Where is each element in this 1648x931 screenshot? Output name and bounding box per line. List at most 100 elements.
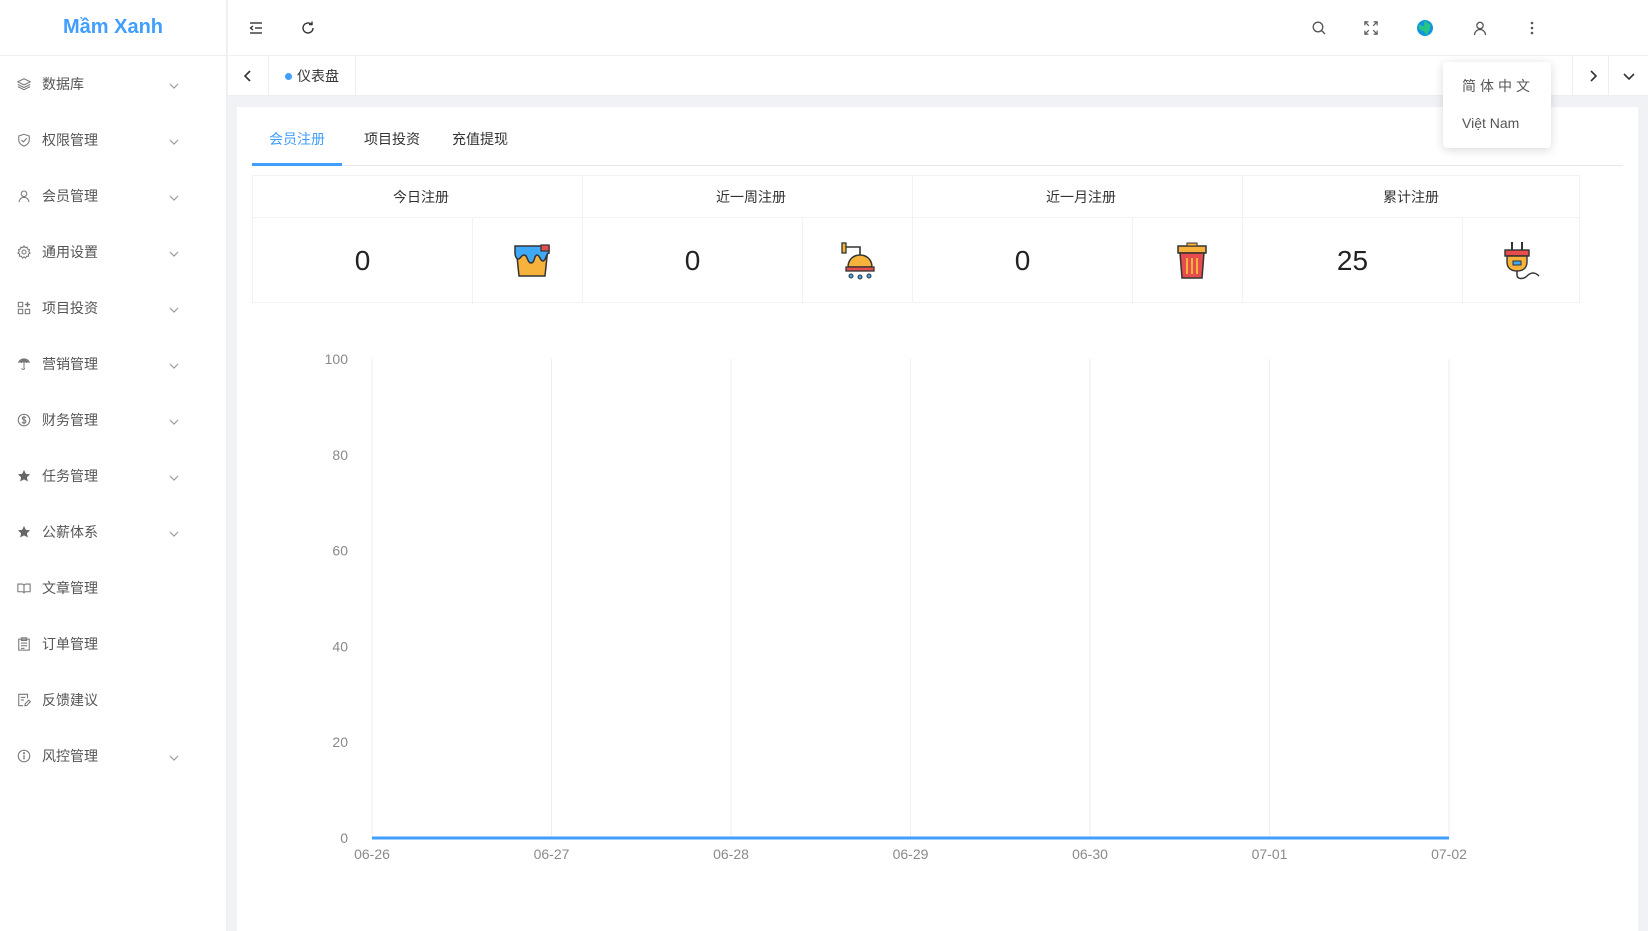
x-tick-label: 06-29	[893, 846, 929, 862]
sidebar-item-label: 风控管理	[42, 748, 98, 764]
sidebar-item-12[interactable]: 风控管理	[0, 728, 226, 784]
logo-text: Mầm Xanh	[62, 16, 164, 38]
tabs-scroll-right-button[interactable]	[1572, 56, 1612, 96]
x-tick-label: 06-26	[354, 846, 390, 862]
y-tick-label: 0	[340, 830, 348, 846]
stat-title: 近一月注册	[913, 176, 1249, 218]
paint-bucket-icon	[473, 218, 591, 304]
sidebar: Mầm Xanh 数据库权限管理会员管理通用设置项目投资营销管理财务管理任务管理…	[0, 0, 227, 931]
umbrella-icon	[16, 356, 32, 372]
sidebar-item-label: 项目投资	[42, 300, 98, 316]
shower-icon	[803, 218, 921, 304]
chevron-down-icon	[169, 412, 179, 428]
stat-title: 近一周注册	[583, 176, 919, 218]
sidebar-item-label: 权限管理	[42, 132, 98, 148]
sidebar-item-label: 营销管理	[42, 356, 98, 372]
tab-member-registration[interactable]: 会员注册	[252, 119, 342, 166]
language-option-vi[interactable]: Việt Nam	[1443, 108, 1551, 145]
stat-card-total: 累计注册 25	[1242, 175, 1581, 304]
sidebar-item-9[interactable]: 文章管理	[0, 560, 226, 616]
stat-value: 0	[583, 218, 803, 304]
edit-document-icon	[16, 692, 32, 708]
registration-line-chart: 0 20 40 60 80 100 06-26 06-27 06-28 06-29 06-30 07-…	[325, 351, 1467, 862]
user-icon[interactable]	[1464, 12, 1496, 44]
sidebar-item-label: 财务管理	[42, 412, 98, 428]
sidebar-item-label: 订单管理	[42, 636, 98, 652]
active-dot	[285, 73, 292, 80]
x-tick-label: 06-30	[1072, 846, 1108, 862]
chevron-down-icon	[1622, 73, 1635, 81]
tabs-scroll-left-button[interactable]	[228, 56, 268, 96]
sidebar-item-label: 通用设置	[42, 244, 98, 260]
language-dropdown: 简体中文 Việt Nam	[1443, 62, 1551, 148]
chevron-down-icon	[169, 356, 179, 372]
sidebar-item-5[interactable]: 营销管理	[0, 336, 226, 392]
refresh-icon[interactable]	[292, 12, 324, 44]
clipboard-icon	[16, 636, 32, 652]
sidebar-item-label: 任务管理	[42, 468, 98, 484]
star-icon	[16, 468, 32, 484]
y-tick-label: 40	[332, 638, 348, 654]
x-tick-label: 07-02	[1431, 846, 1467, 862]
sidebar-item-1[interactable]: 权限管理	[0, 112, 226, 168]
stat-value: 0	[913, 218, 1133, 304]
sidebar-item-10[interactable]: 订单管理	[0, 616, 226, 672]
language-option-zh[interactable]: 简体中文	[1443, 71, 1551, 108]
sidebar-menu: 数据库权限管理会员管理通用设置项目投资营销管理财务管理任务管理公薪体系文章管理订…	[0, 56, 226, 784]
tabs-menu-button[interactable]	[1608, 56, 1648, 96]
chevron-down-icon	[169, 300, 179, 316]
search-icon[interactable]	[1303, 12, 1335, 44]
menu-fold-icon[interactable]	[240, 12, 272, 44]
chevron-down-icon	[169, 468, 179, 484]
y-tick-label: 20	[332, 734, 348, 750]
logo[interactable]: Mầm Xanh	[0, 0, 226, 56]
more-vertical-icon[interactable]	[1516, 12, 1548, 44]
open-book-icon	[16, 580, 32, 596]
dollar-circle-icon	[16, 412, 32, 428]
stat-title: 今日注册	[253, 176, 589, 218]
y-tick-label: 80	[332, 447, 348, 463]
stat-value: 25	[1243, 218, 1463, 304]
stat-value: 0	[253, 218, 473, 304]
sidebar-item-2[interactable]: 会员管理	[0, 168, 226, 224]
tags-view-bar: 仪表盘	[228, 56, 1648, 96]
sidebar-item-8[interactable]: 公薪体系	[0, 504, 226, 560]
chevron-down-icon	[169, 76, 179, 92]
info-circle-icon	[16, 748, 32, 764]
chevron-down-icon	[169, 524, 179, 540]
stat-card-month: 近一月注册 0	[912, 175, 1251, 304]
dashboard-card: 会员注册 项目投资 充值提现 今日注册 0 近一周注册 0 近一月注册 0 累计…	[237, 107, 1638, 931]
sidebar-item-label: 公薪体系	[42, 524, 98, 540]
y-tick-label: 60	[332, 543, 348, 559]
y-tick-label: 100	[325, 351, 349, 367]
chevron-down-icon	[169, 244, 179, 260]
sidebar-item-11[interactable]: 反馈建议	[0, 672, 226, 728]
chevron-down-icon	[169, 748, 179, 764]
tab-recharge-withdraw[interactable]: 充值提现	[450, 119, 510, 166]
sidebar-item-4[interactable]: 项目投资	[0, 280, 226, 336]
globe-icon[interactable]	[1409, 12, 1441, 44]
x-tick-label: 07-01	[1252, 846, 1288, 862]
tab-project-investment[interactable]: 项目投资	[362, 119, 422, 166]
content-tabs: 会员注册 项目投资 充值提现	[252, 119, 1623, 166]
layers-icon	[16, 76, 32, 92]
sidebar-item-label: 数据库	[42, 76, 84, 92]
x-tick-label: 06-27	[534, 846, 570, 862]
chevron-right-icon	[1589, 70, 1597, 82]
plug-icon	[1463, 218, 1581, 304]
sidebar-item-0[interactable]: 数据库	[0, 56, 226, 112]
chevron-left-icon	[243, 70, 251, 82]
star-icon	[16, 524, 32, 540]
chevron-down-icon	[169, 132, 179, 148]
tab-dashboard[interactable]: 仪表盘	[268, 56, 356, 96]
sidebar-item-3[interactable]: 通用设置	[0, 224, 226, 280]
stat-card-today: 今日注册 0	[252, 175, 591, 304]
apps-add-icon	[16, 300, 32, 316]
tab-dashboard-label: 仪表盘	[297, 68, 339, 84]
fullscreen-icon[interactable]	[1355, 12, 1387, 44]
gear-icon	[16, 244, 32, 260]
sidebar-item-label: 反馈建议	[42, 692, 98, 708]
sidebar-item-7[interactable]: 任务管理	[0, 448, 226, 504]
sidebar-item-6[interactable]: 财务管理	[0, 392, 226, 448]
trash-bin-icon	[1133, 218, 1251, 304]
